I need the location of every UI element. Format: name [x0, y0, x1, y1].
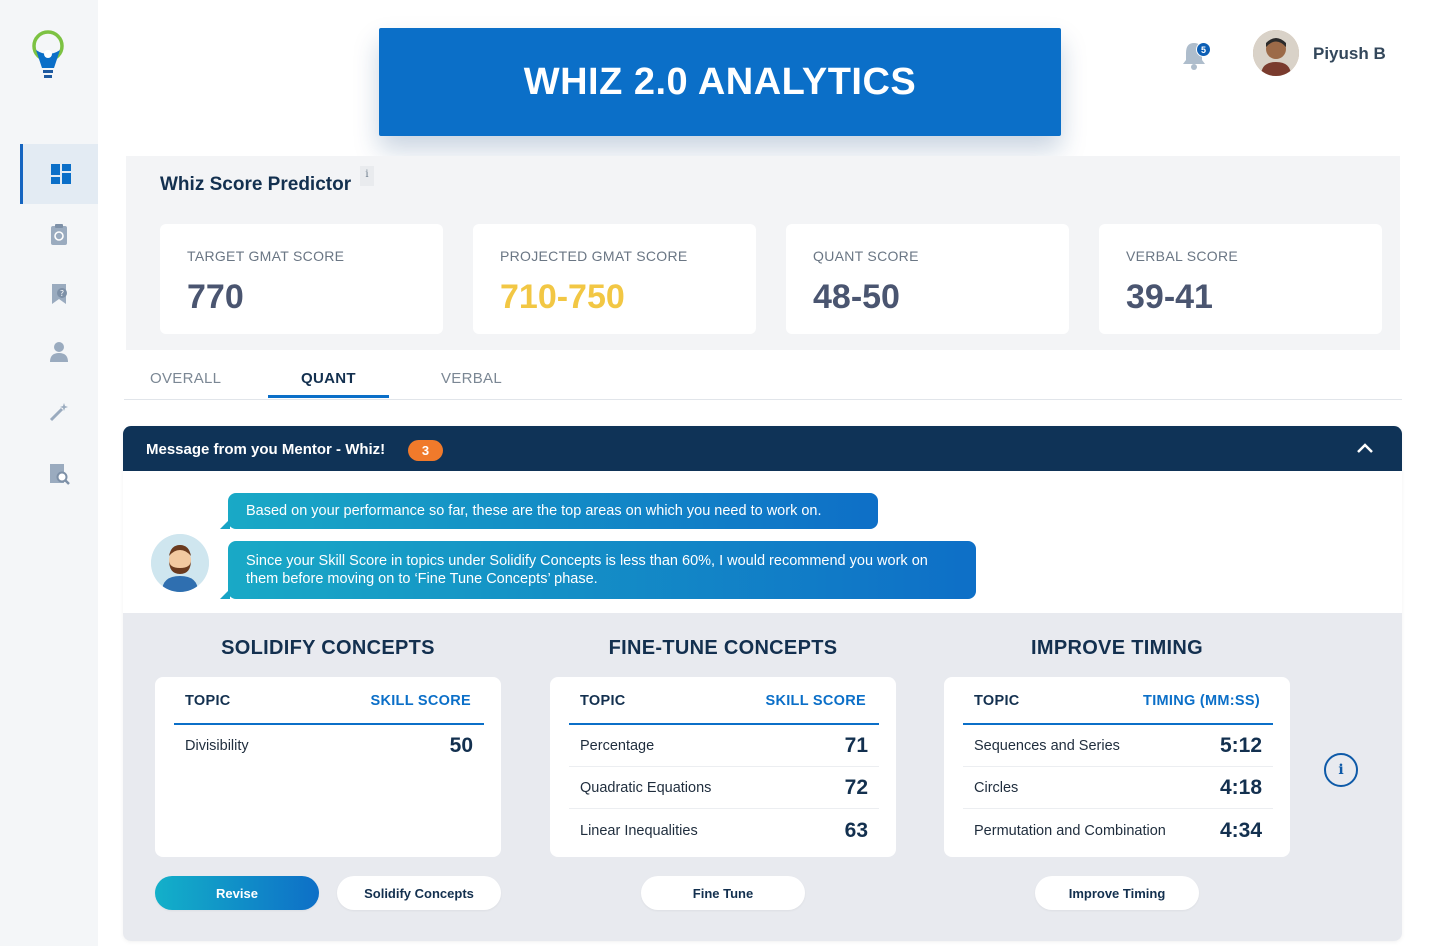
row-value: 5:12 — [1219, 734, 1262, 757]
section-title: IMPROVE TIMING — [1031, 637, 1203, 659]
row-topic: Divisibility — [185, 738, 249, 754]
active-tab-indicator — [268, 395, 389, 398]
fine-tune-button[interactable]: Fine Tune — [641, 876, 805, 910]
tab-quant[interactable]: QUANT — [301, 370, 356, 387]
svg-text:?: ? — [60, 289, 64, 298]
section-title: SOLIDIFY CONCEPTS — [221, 637, 435, 659]
score-label: TARGET GMAT SCORE — [187, 248, 345, 264]
chat-area: Based on your performance so far, these … — [123, 471, 1402, 613]
row-value: 63 — [844, 819, 868, 842]
tab-verbal[interactable]: VERBAL — [441, 370, 502, 387]
info-icon[interactable]: i — [1324, 753, 1358, 787]
dashboard-icon — [50, 164, 71, 184]
nav-profile[interactable] — [20, 322, 98, 382]
mentor-header[interactable]: Message from you Mentor - Whiz! 3 — [123, 426, 1402, 471]
score-value: 39-41 — [1126, 278, 1213, 316]
table-row[interactable]: Circles 4:18 — [963, 767, 1273, 809]
app-banner: WHIZ 2.0 ANALYTICS — [379, 28, 1061, 136]
nav-questions[interactable]: ? — [20, 264, 98, 324]
timing-table: TOPIC TIMING (MM:SS) Sequences and Serie… — [944, 677, 1290, 857]
lightbulb-logo[interactable] — [26, 28, 70, 84]
user-icon — [50, 342, 68, 362]
row-topic: Quadratic Equations — [580, 780, 712, 796]
revise-button[interactable]: Revise — [155, 876, 319, 910]
nav-reports[interactable] — [20, 204, 98, 264]
nav-dashboard[interactable] — [20, 144, 98, 204]
row-topic: Linear Inequalities — [580, 823, 698, 839]
row-topic: Circles — [974, 780, 1019, 796]
table-row[interactable]: Percentage 71 — [569, 725, 879, 767]
row-topic: Sequences and Series — [974, 738, 1120, 754]
table-row[interactable]: Sequences and Series 5:12 — [963, 725, 1273, 767]
score-label: VERBAL SCORE — [1126, 248, 1239, 264]
row-topic: Permutation and Combination — [974, 823, 1166, 839]
row-value: 4:34 — [1219, 819, 1262, 842]
solidify-table: TOPIC SKILL SCORE Divisibility 50 — [155, 677, 501, 857]
user-avatar[interactable] — [1253, 30, 1299, 76]
row-topic: Percentage — [580, 738, 655, 754]
score-card-target: TARGET GMAT SCORE 770 — [160, 224, 443, 334]
magic-wand-icon — [49, 403, 68, 422]
section-tabs: OVERALL QUANT VERBAL — [124, 362, 1402, 400]
score-card-projected: PROJECTED GMAT SCORE 710-750 — [473, 224, 756, 334]
column-header: SKILL SCORE — [370, 693, 471, 709]
score-label: QUANT SCORE — [813, 248, 919, 264]
score-value: 710-750 — [500, 278, 625, 316]
bookmark-question-icon: ? — [52, 284, 67, 304]
mentor-panel: Message from you Mentor - Whiz! 3 Based … — [123, 426, 1402, 941]
fine-tune-table: TOPIC SKILL SCORE Percentage 71 Quadrati… — [550, 677, 896, 857]
table-row[interactable]: Quadratic Equations 72 — [569, 767, 879, 809]
row-value: 50 — [449, 734, 473, 757]
mentor-title: Message from you Mentor - Whiz! — [146, 441, 386, 458]
clipboard-icon — [51, 224, 67, 245]
column-header: SKILL SCORE — [765, 693, 866, 709]
score-value: 48-50 — [813, 278, 900, 316]
info-icon[interactable]: i — [360, 166, 374, 186]
chat-bubble: Since your Skill Score in topics under S… — [220, 541, 976, 599]
mentor-avatar — [151, 534, 209, 592]
score-predictor: Whiz Score Predictor i TARGET GMAT SCORE… — [126, 156, 1400, 350]
column-header: TOPIC — [580, 693, 626, 709]
notification-badge: 5 — [1196, 42, 1211, 57]
section-title: FINE-TUNE CONCEPTS — [608, 637, 838, 659]
row-value: 4:18 — [1219, 776, 1262, 799]
solidify-concepts-button[interactable]: Solidify Concepts — [337, 876, 501, 910]
document-search-icon — [50, 464, 70, 485]
focus-areas: SOLIDIFY CONCEPTS TOPIC SKILL SCORE Divi… — [123, 613, 1402, 941]
row-value: 71 — [844, 734, 868, 757]
banner-title: WHIZ 2.0 ANALYTICS — [523, 60, 917, 103]
sidebar: ? — [0, 0, 98, 946]
chevron-up-icon[interactable] — [1355, 438, 1375, 458]
table-row[interactable]: Divisibility 50 — [174, 725, 484, 767]
score-card-verbal: VERBAL SCORE 39-41 — [1099, 224, 1382, 334]
nav-tools[interactable] — [20, 382, 98, 442]
table-row[interactable]: Linear Inequalities 63 — [569, 810, 879, 852]
tab-overall[interactable]: OVERALL — [150, 370, 221, 387]
improve-timing-button[interactable]: Improve Timing — [1035, 876, 1199, 910]
score-value: 770 — [187, 278, 244, 316]
score-label: PROJECTED GMAT SCORE — [500, 248, 688, 264]
table-row[interactable]: Permutation and Combination 4:34 — [963, 810, 1273, 852]
column-header: TIMING (MM:SS) — [1143, 693, 1260, 709]
column-header: TOPIC — [185, 693, 231, 709]
nav-search-docs[interactable] — [20, 444, 98, 504]
score-card-quant: QUANT SCORE 48-50 — [786, 224, 1069, 334]
row-value: 72 — [844, 776, 868, 799]
predictor-title: Whiz Score Predictor — [160, 174, 352, 195]
chat-bubble: Based on your performance so far, these … — [220, 493, 878, 529]
column-header: TOPIC — [974, 693, 1020, 709]
user-name[interactable]: Piyush B — [1313, 44, 1386, 64]
message-count-badge: 3 — [408, 440, 443, 461]
